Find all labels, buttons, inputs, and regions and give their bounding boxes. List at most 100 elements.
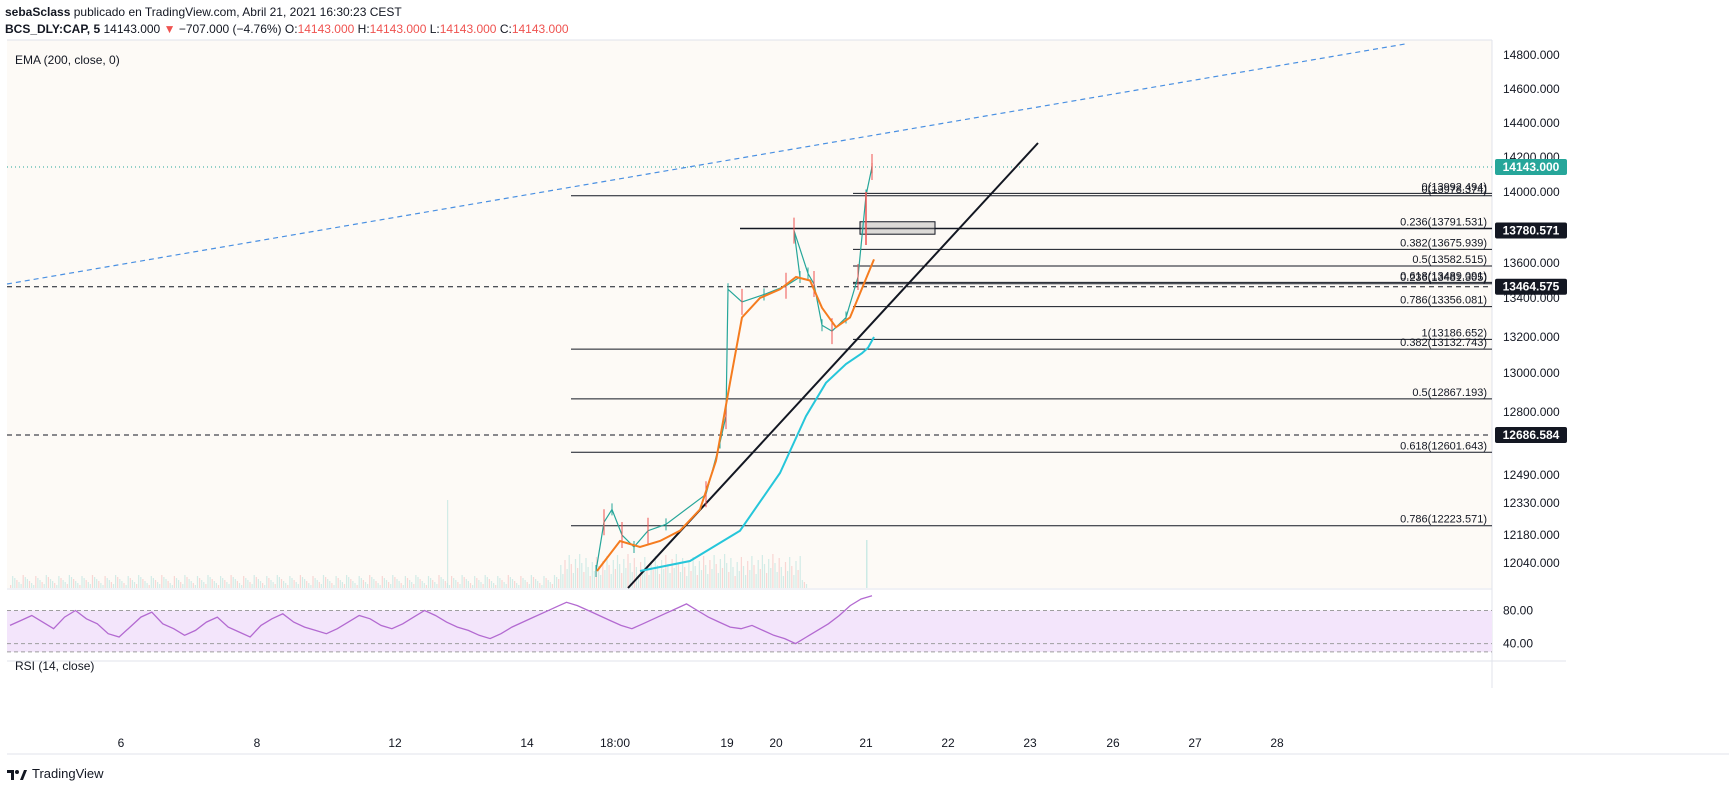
volume-bar bbox=[178, 580, 180, 588]
volume-bar bbox=[274, 584, 276, 588]
volume-bar bbox=[79, 585, 81, 588]
volume-bar bbox=[102, 585, 104, 588]
time-tick-label: 26 bbox=[1106, 736, 1120, 750]
volume-bar bbox=[570, 564, 572, 588]
volume-bar bbox=[669, 573, 671, 588]
volume-bar bbox=[268, 578, 270, 588]
volume-bar bbox=[310, 585, 312, 588]
tradingview-logo: TradingView bbox=[6, 766, 104, 781]
volume-bar bbox=[276, 575, 278, 588]
volume-bar bbox=[711, 569, 713, 588]
volume-bar bbox=[287, 585, 289, 588]
volume-bar bbox=[136, 584, 138, 588]
volume-bar bbox=[528, 584, 530, 588]
price-tick-label: 14400.000 bbox=[1503, 116, 1560, 130]
volume-bar bbox=[759, 569, 761, 588]
volume-bar bbox=[675, 554, 677, 588]
volume-bar bbox=[696, 575, 698, 588]
volume-bar bbox=[698, 561, 700, 588]
volume-bar bbox=[501, 580, 503, 588]
time-tick-label: 14 bbox=[520, 736, 534, 750]
volume-bar bbox=[108, 580, 110, 588]
volume-bar bbox=[600, 575, 602, 588]
volume-bar bbox=[623, 559, 625, 588]
volume-bar bbox=[434, 582, 436, 588]
volume-bar bbox=[335, 576, 337, 588]
volume-bar bbox=[465, 579, 467, 588]
volume-bar bbox=[314, 578, 316, 588]
volume-bar bbox=[377, 583, 379, 588]
volume-bar bbox=[436, 584, 438, 588]
volume-bar bbox=[474, 576, 476, 588]
volume-bar bbox=[220, 576, 222, 588]
volume-bar bbox=[581, 563, 583, 588]
volume-bar bbox=[772, 554, 774, 588]
fib-level-label: 0(13978.374) bbox=[1422, 184, 1487, 196]
volume-bar bbox=[241, 585, 243, 588]
volume-bar bbox=[738, 571, 740, 588]
volume-bar bbox=[81, 576, 83, 588]
volume-bar bbox=[39, 580, 41, 588]
ema-label[interactable]: EMA (200, close, 0) bbox=[15, 53, 120, 67]
price-chart[interactable]: 0(13992.494)0(13978.374)0.236(13791.531)… bbox=[0, 0, 1729, 794]
volume-bar bbox=[568, 555, 570, 588]
volume-bar bbox=[161, 575, 163, 588]
volume-bar bbox=[486, 577, 488, 588]
volume-bar bbox=[560, 565, 562, 588]
current-price-marker: 14143.000 bbox=[1503, 160, 1560, 174]
volume-bar bbox=[562, 574, 564, 588]
volume-bar bbox=[610, 574, 612, 588]
volume-bar bbox=[709, 560, 711, 588]
price-tick-label: 14600.000 bbox=[1503, 82, 1560, 96]
fib-level-label: 0.786(12223.571) bbox=[1400, 514, 1487, 526]
volume-bar bbox=[490, 581, 493, 588]
volume-bar bbox=[188, 579, 190, 588]
volume-bar bbox=[766, 573, 768, 588]
volume-bar bbox=[726, 563, 728, 588]
volume-bar bbox=[245, 578, 247, 588]
volume-bar bbox=[396, 579, 398, 588]
volume-bar bbox=[514, 581, 516, 588]
rsi-band bbox=[7, 610, 1492, 652]
volume-bar bbox=[593, 571, 595, 588]
volume-bar bbox=[112, 584, 115, 588]
volume-bar bbox=[688, 562, 690, 588]
volume-bar bbox=[54, 583, 56, 588]
volume-bar bbox=[787, 571, 789, 588]
volume-bar bbox=[661, 560, 663, 588]
volume-bar bbox=[448, 585, 451, 588]
volume-bar bbox=[545, 578, 547, 588]
price-tick-label: 12330.000 bbox=[1503, 496, 1560, 510]
volume-bar bbox=[572, 573, 574, 588]
brand-name: TradingView bbox=[32, 766, 104, 781]
volume-bar bbox=[285, 583, 287, 588]
fib-level-label: 0.236(13481.305) bbox=[1400, 272, 1487, 284]
rsi-label[interactable]: RSI (14, close) bbox=[15, 659, 94, 673]
volume-bar bbox=[574, 559, 577, 588]
volume-bar bbox=[493, 583, 495, 588]
volume-bar bbox=[159, 584, 161, 588]
volume-bar bbox=[619, 564, 621, 588]
volume-bar bbox=[165, 579, 167, 588]
volume-bar bbox=[461, 575, 463, 588]
volume-bar bbox=[547, 580, 549, 588]
volume-bar bbox=[201, 580, 203, 588]
volume-bar bbox=[724, 554, 726, 588]
volume-bar bbox=[182, 584, 184, 588]
volume-bar bbox=[163, 577, 165, 588]
level-price-marker: 12686.584 bbox=[1503, 428, 1560, 442]
volume-bar bbox=[791, 566, 793, 588]
volume-bar bbox=[782, 576, 784, 588]
volume-bar bbox=[58, 576, 60, 588]
volume-bar bbox=[671, 559, 673, 588]
volume-bar bbox=[312, 576, 314, 588]
volume-bar bbox=[520, 576, 522, 588]
price-tick-label: 13000.000 bbox=[1503, 366, 1560, 380]
volume-bar bbox=[142, 579, 144, 588]
volume-bar bbox=[614, 569, 616, 588]
volume-bar bbox=[133, 582, 136, 588]
volume-bar bbox=[768, 559, 770, 588]
volume-bar bbox=[85, 580, 87, 588]
time-tick-label: 18:00 bbox=[600, 736, 630, 750]
volume-bar bbox=[228, 584, 230, 588]
